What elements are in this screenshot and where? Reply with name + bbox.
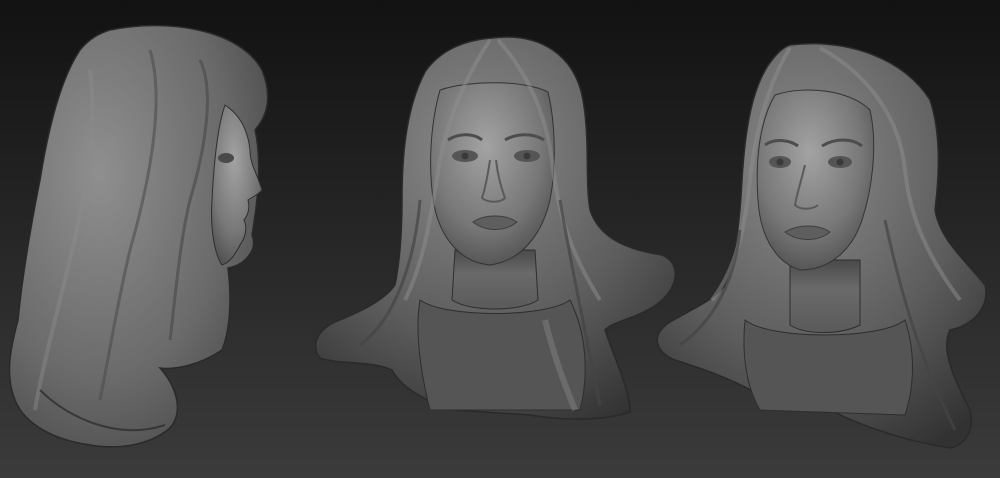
sculpt-canvas (0, 0, 1000, 478)
sculpt-viewport (0, 0, 1000, 478)
